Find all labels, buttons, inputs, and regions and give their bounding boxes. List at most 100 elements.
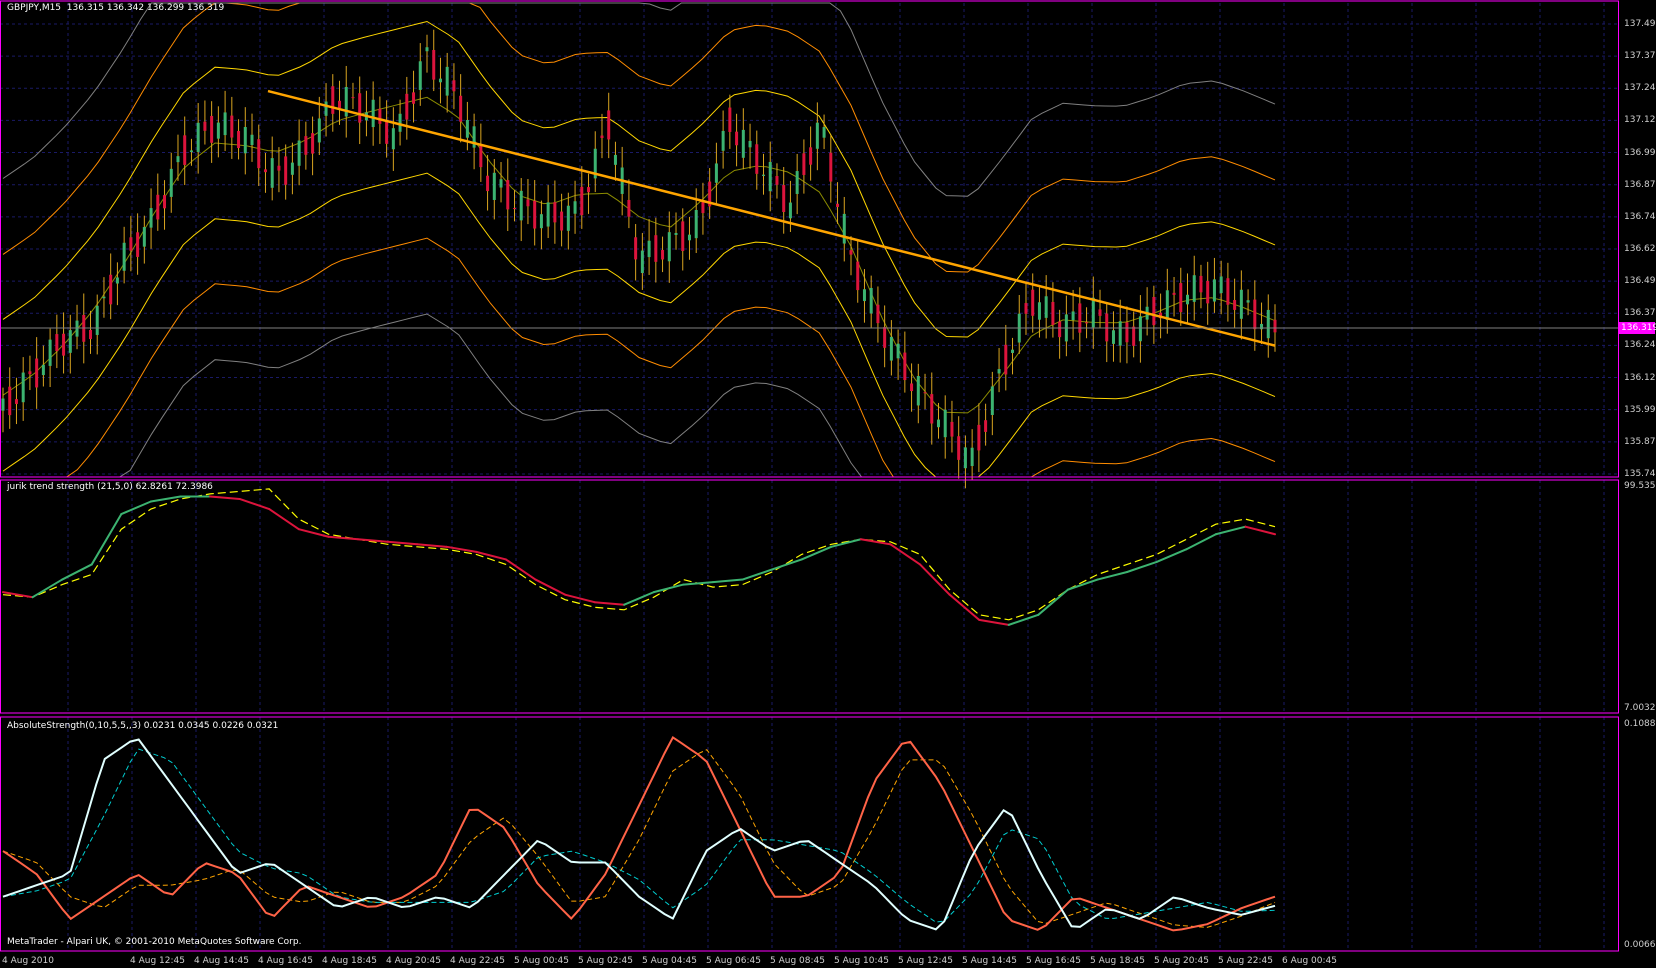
bear-candle [876,304,880,324]
bear-candle [1273,319,1277,333]
time-label: 4 Aug 2010 [2,956,54,966]
bull-candle [95,305,99,335]
main-pane-title: GBPJPY,M15 136.315 136.342 136.299 136.3… [7,3,224,13]
price-label: 136.620 [1624,243,1656,254]
bear-candle [526,199,530,207]
bear-candle [587,187,591,193]
bear-candle [237,130,241,149]
bull-candle [425,47,429,52]
bear-candle [486,175,490,192]
jurik-down-segment [919,563,951,596]
bear-candle [1132,326,1136,346]
bear-candle [304,136,308,155]
bear-candle [930,394,934,424]
bear-candle [156,194,160,220]
time-label: 5 Aug 16:45 [1026,956,1081,966]
bear-candle [14,399,18,404]
bull-candle [1192,275,1196,302]
bear-candle [661,249,665,260]
bear-candle [210,115,214,143]
jurik-down-segment [889,543,922,566]
bull-candle [1186,294,1190,305]
price-label: 136.495 [1624,276,1656,287]
jurik-up-segment [90,513,123,566]
bull-candle [546,202,550,227]
bull-candle [539,214,543,229]
bull-candle [1037,302,1041,320]
envelope-band [2,172,1276,478]
bull-candle [687,234,691,241]
jurik-pane-title: jurik trend strength (21,5,0) 62.8261 72… [7,482,213,492]
bull-candle [694,209,698,239]
time-label: 5 Aug 04:45 [642,956,697,966]
envelope-band [2,96,1276,414]
bull-candle [1111,330,1115,344]
bull-candle [815,122,819,149]
price-label: 135.870 [1624,436,1656,447]
bull-candle [647,240,651,258]
envelope-band [2,20,1276,338]
bear-candle [1098,309,1102,316]
bear-candle [35,358,39,388]
bull-candle [499,179,503,188]
time-label: 4 Aug 22:45 [450,956,505,966]
jurik-up-segment [711,578,744,584]
bulls-line [2,735,1276,932]
price-label: 136.870 [1624,179,1656,190]
bull-candle [115,277,119,284]
bull-candle [896,343,900,359]
bear-candle [203,121,207,131]
absolute-pane-frame [0,716,1619,952]
bear-candle [109,274,113,305]
time-label: 5 Aug 02:45 [578,956,633,966]
price-label: 137.495 [1624,19,1656,29]
candlesticks [1,29,1277,489]
bull-candle [1138,316,1142,342]
jurik-up-segment [623,591,655,606]
bear-candle [351,97,355,99]
chart-canvas[interactable] [0,0,1656,968]
jurik-up-segment [1155,548,1188,563]
jurik-down-segment [593,601,626,606]
jurik-down-segment [504,558,537,581]
bear-candle [311,133,315,154]
bear-candle [512,208,516,210]
jurik-up-segment [652,583,685,594]
jurik-down-segment [386,540,419,546]
jurik-up-segment [1007,613,1040,626]
bear-candle [829,152,833,182]
bear-candle [782,185,786,213]
bear-candle [903,352,907,381]
time-label: 4 Aug 18:45 [322,956,377,966]
bear-candle [55,334,59,352]
bear-candle [28,371,32,375]
bear-candle [728,107,732,132]
bull-candle [445,66,449,96]
bear-candle [836,203,840,207]
jurik-pane-frame [0,479,1619,714]
bull-candle [492,172,496,200]
envelope-band [2,2,1276,197]
bull-candle [324,101,328,116]
bear-candle [849,250,853,255]
bear-candle [580,186,584,216]
bull-candle [391,128,395,150]
bear-candle [984,420,988,432]
bull-candle [936,419,940,428]
bear-candle [88,329,92,340]
bull-candle [102,296,106,299]
bear-candle [1105,313,1109,342]
bear-candle [957,436,961,460]
bull-candle [418,61,422,90]
bull-candle [748,140,752,148]
envelope-band [3,237,1276,478]
bull-candle [189,150,193,153]
bull-candle [196,122,200,152]
bear-candle [809,147,813,165]
ohlc-label: 136.315 136.342 136.299 136.319 [66,3,225,13]
bull-candle [519,190,523,221]
bear-candle [1172,292,1176,295]
main-pane-frame [0,0,1619,478]
bull-candle [741,129,745,158]
time-label: 6 Aug 00:45 [1282,956,1337,966]
